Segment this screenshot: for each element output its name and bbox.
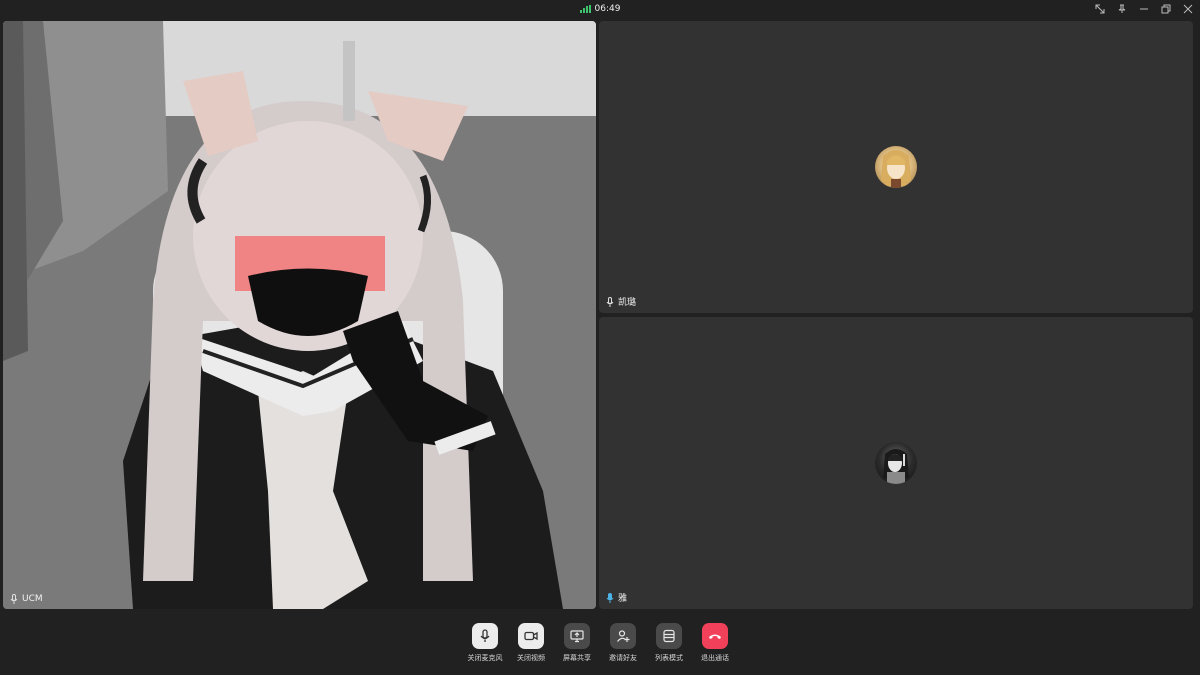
participant-name: 雅 bbox=[618, 594, 628, 604]
camera-button-bg[interactable] bbox=[518, 623, 544, 649]
microphone-icon bbox=[606, 296, 614, 307]
participant-video-image bbox=[3, 21, 596, 609]
video-tile-main[interactable]: UCM bbox=[3, 21, 596, 609]
list-layout-icon bbox=[663, 629, 675, 643]
mute-microphone-label: 关闭麦克风 bbox=[467, 654, 503, 662]
pin-icon[interactable] bbox=[1116, 3, 1128, 15]
microphone-button-bg[interactable] bbox=[472, 623, 498, 649]
participant-name: UCM bbox=[22, 594, 43, 604]
screen-share-button[interactable]: 屏幕共享 bbox=[562, 614, 592, 675]
call-toolbar: 关闭麦克风 关闭视频 屏幕共享 邀请好友 列表模式 退出通话 bbox=[0, 614, 1200, 675]
camera-toggle-label: 关闭视频 bbox=[517, 654, 545, 662]
list-mode-button-bg[interactable] bbox=[656, 623, 682, 649]
participant-name-tag: 凯璐 bbox=[606, 295, 636, 308]
participant-name-tag: 雅 bbox=[606, 591, 627, 604]
call-status: 06:49 bbox=[579, 4, 621, 14]
mute-microphone-button[interactable]: 关闭麦克风 bbox=[467, 614, 503, 675]
restore-icon[interactable] bbox=[1160, 3, 1172, 15]
leave-call-label: 退出通话 bbox=[701, 654, 729, 662]
participant-name: 凯璐 bbox=[618, 298, 637, 308]
video-camera-icon bbox=[524, 631, 538, 641]
call-time: 06:49 bbox=[594, 4, 621, 14]
video-tile-participant-2[interactable]: 凯璐 bbox=[599, 21, 1193, 313]
leave-call-button[interactable]: 退出通话 bbox=[700, 614, 730, 675]
invite-friends-button[interactable]: 邀请好友 bbox=[608, 614, 638, 675]
screen-share-icon bbox=[570, 630, 584, 643]
window-controls bbox=[1094, 2, 1194, 16]
screen-share-label: 屏幕共享 bbox=[563, 654, 591, 662]
microphone-icon bbox=[480, 629, 490, 642]
avatar bbox=[875, 146, 917, 188]
camera-toggle-button[interactable]: 关闭视频 bbox=[516, 614, 546, 675]
microphone-icon bbox=[10, 594, 18, 604]
minimize-icon[interactable] bbox=[1138, 3, 1150, 15]
close-icon[interactable] bbox=[1182, 3, 1194, 15]
screen-share-button-bg[interactable] bbox=[564, 623, 590, 649]
invite-button-bg[interactable] bbox=[610, 623, 636, 649]
list-mode-button[interactable]: 列表模式 bbox=[654, 614, 684, 675]
shrink-icon[interactable] bbox=[1094, 3, 1106, 15]
leave-call-button-bg[interactable] bbox=[702, 623, 728, 649]
microphone-icon-active bbox=[606, 592, 614, 603]
participant-name-tag: UCM bbox=[10, 594, 43, 604]
add-user-icon bbox=[617, 630, 630, 642]
signal-icon bbox=[579, 5, 591, 13]
avatar bbox=[875, 442, 917, 484]
video-tile-participant-3[interactable]: 雅 bbox=[599, 317, 1193, 609]
invite-friends-label: 邀请好友 bbox=[609, 654, 637, 662]
list-mode-label: 列表模式 bbox=[655, 654, 683, 662]
title-bar: 06:49 bbox=[0, 0, 1200, 18]
hang-up-icon bbox=[709, 634, 721, 639]
